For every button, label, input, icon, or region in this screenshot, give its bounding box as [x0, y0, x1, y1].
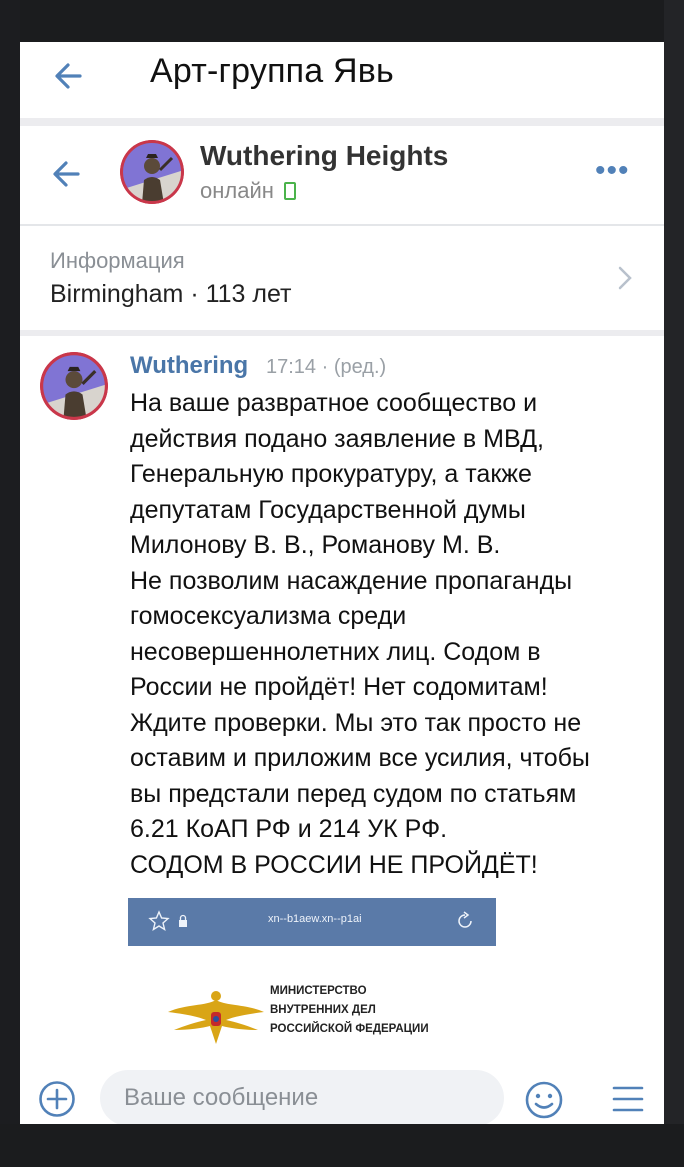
photo-frame-top	[0, 0, 684, 42]
chevron-right-icon	[618, 266, 632, 290]
message-line: депутатам Государственной думы	[130, 495, 526, 524]
message-line: 6.21 КоАП РФ и 214 УК РФ.	[130, 815, 448, 843]
divider	[20, 330, 664, 336]
message-composer: Ваше сообщение	[20, 1052, 664, 1124]
lock-icon	[179, 914, 187, 927]
phone-screen: Арт-группа Явь Wuthering Heights онлайн …	[20, 42, 664, 1124]
message-line: действия подано заявление в МВД,	[130, 424, 544, 453]
attachment-browser-bar[interactable]: xn--b1aew.xn--p1ai	[128, 898, 496, 946]
double-eagle-emblem-icon	[168, 991, 264, 1044]
message-input[interactable]: Ваше сообщение	[100, 1070, 504, 1124]
photo-frame-left	[0, 0, 20, 1167]
message-line: России не пройдёт! Нет содомитам!	[130, 673, 548, 701]
message-line: гомосексуализма среди	[130, 602, 407, 630]
ministry-caption: МИНИСТЕРСТВО ВНУТРЕННИХ ДЕЛ РОССИЙСКОЙ Ф…	[270, 982, 429, 1039]
photo-frame-bottom	[0, 1124, 684, 1167]
message-line: Милонову В. В., Романову М. В.	[130, 531, 501, 559]
chat-name: Wuthering Heights	[200, 140, 449, 171]
ministry-line: ВНУТРЕННИХ ДЕЛ	[270, 1004, 376, 1016]
message-line: Ждите проверки. Мы это так просто не	[130, 708, 582, 737]
message-line: СОДОМ В РОССИИ НЕ ПРОЙДЁТ!	[130, 850, 538, 879]
attachment-url: xn--b1aew.xn--p1ai	[268, 913, 362, 925]
message-line: На ваше развратное сообщество и	[130, 389, 538, 417]
message-author[interactable]: Wuthering	[130, 352, 248, 380]
message-time: 17:14 · (ред.)	[266, 356, 387, 378]
back-arrow-icon[interactable]	[50, 54, 90, 98]
photo-frame-right	[664, 0, 684, 1167]
info-label: Информация	[50, 248, 185, 273]
chat-header: Wuthering Heights онлайн •••	[20, 126, 664, 224]
mobile-online-icon	[283, 182, 296, 200]
status-text: онлайн	[200, 178, 274, 203]
reload-icon	[458, 911, 472, 928]
star-icon	[148, 910, 170, 932]
more-dots-icon[interactable]: •••	[595, 154, 630, 188]
app-header: Арт-группа Явь	[20, 42, 664, 118]
message-avatar[interactable]	[40, 352, 108, 420]
add-attachment-icon[interactable]	[38, 1080, 76, 1118]
message-line: оставим и приложим все усилия, чтобы	[130, 744, 590, 772]
message-line: вы предстали перед судом по статьям	[130, 779, 577, 808]
info-row[interactable]: Информация Birmingham · 113 лет	[20, 226, 664, 330]
ministry-line: МИНИСТЕРСТВО	[270, 985, 367, 997]
online-status: онлайн	[200, 178, 296, 204]
avatar[interactable]	[120, 140, 184, 204]
divider	[20, 118, 664, 126]
back-arrow-icon[interactable]	[48, 152, 88, 196]
menu-icon[interactable]	[610, 1082, 646, 1116]
ministry-line: РОССИЙСКОЙ ФЕДЕРАЦИИ	[270, 1023, 429, 1035]
message-line: Не позволим насаждение пропаганды	[130, 566, 573, 595]
message-line: Генеральную прокуратуру, а также	[130, 460, 532, 488]
message-input-placeholder: Ваше сообщение	[124, 1084, 319, 1111]
emoji-icon[interactable]	[524, 1080, 564, 1120]
info-value: Birmingham · 113 лет	[50, 280, 292, 308]
message-text: На ваше развратное сообщество и действия…	[130, 386, 650, 883]
page-title: Арт-группа Явь	[150, 52, 394, 90]
message-line: несовершеннолетних лиц. Содом в	[130, 637, 541, 666]
